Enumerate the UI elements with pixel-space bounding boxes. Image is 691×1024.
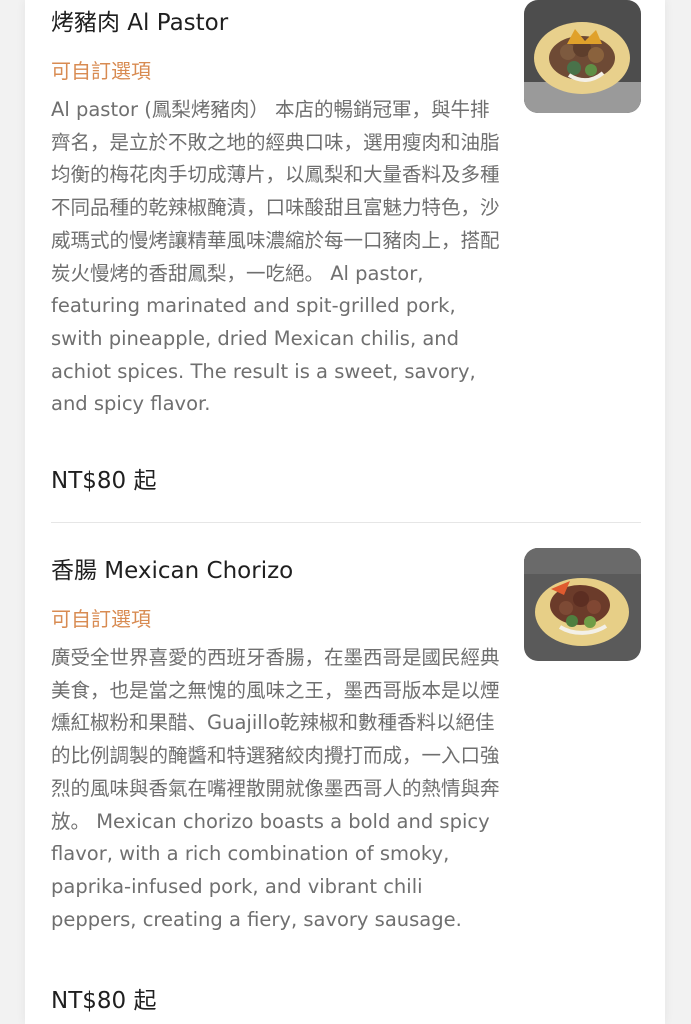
menu-item-price: NT$80 起 <box>51 468 157 494</box>
menu-item-description: Al pastor (鳳梨烤豬肉） 本店的暢銷冠軍，與牛排齊名，是立於不敗之地的… <box>51 98 500 416</box>
customizable-label: 可自訂選項 <box>51 607 151 631</box>
menu-page: 烤豬肉 Al Pastor 可自訂選項 Al pastor (鳳梨烤豬肉） 本店… <box>0 0 691 1024</box>
menu-divider <box>51 522 641 523</box>
taco-photo-icon[interactable] <box>524 0 641 113</box>
menu-item-description: 廣受全世界喜愛的西班牙香腸，在墨西哥是國民經典美食，也是當之無愧的風味之王，墨西… <box>51 646 500 931</box>
menu-item-title: 烤豬肉 Al Pastor <box>51 10 229 36</box>
menu-item-price: NT$80 起 <box>51 988 157 1014</box>
menu-item-title: 香腸 Mexican Chorizo <box>51 558 294 584</box>
customizable-label: 可自訂選項 <box>51 59 151 83</box>
taco-photo-icon[interactable] <box>524 548 641 661</box>
